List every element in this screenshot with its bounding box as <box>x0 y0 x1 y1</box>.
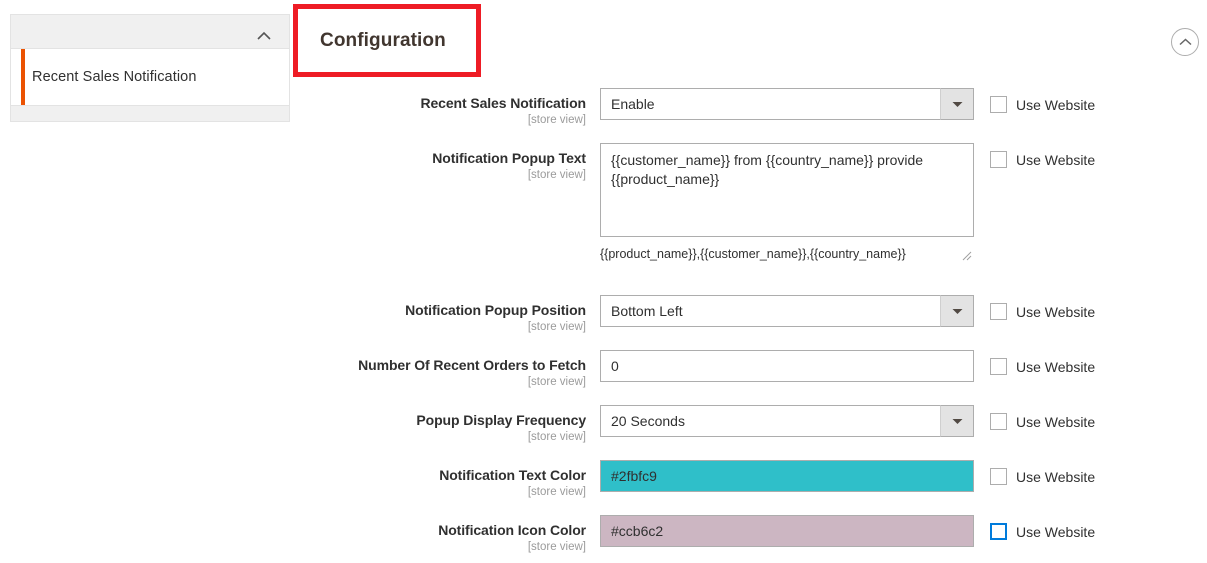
field-row-notification-popup-text: Notification Popup Text [store view] {{cus… <box>0 143 1207 262</box>
scope-label: [store view] <box>527 321 586 333</box>
field-control-col: Enable <box>600 88 974 120</box>
field-control-col: 20 Seconds <box>600 405 974 437</box>
use-website-col: Use Website <box>974 143 1095 168</box>
scope-label: [store view] <box>527 486 586 498</box>
field-row-recent-sales-notification: Recent Sales Notification [store view] Ena… <box>0 88 1207 128</box>
field-control-col: #2fbfc9 <box>600 460 974 492</box>
select-value[interactable]: Enable <box>600 88 974 120</box>
use-website-toggle-notification-popup-position[interactable]: Use Website <box>990 303 1095 320</box>
select-recent-sales-notification[interactable]: Enable <box>600 88 974 120</box>
field-label-col: Popup Display Frequency [store view] <box>0 405 600 445</box>
use-website-col: Use Website <box>974 405 1095 430</box>
chevron-up-circle-icon[interactable] <box>1171 28 1199 56</box>
use-website-label: Use Website <box>1016 358 1096 375</box>
field-row-popup-display-frequency: Popup Display Frequency [store view] 20 Se… <box>0 405 1207 445</box>
field-label: Notification Text Color <box>439 467 586 483</box>
use-website-label: Use Website <box>1016 523 1096 540</box>
use-website-checkbox[interactable] <box>990 468 1007 485</box>
field-label: Notification Popup Text <box>432 150 586 166</box>
use-website-toggle-notification-text-color[interactable]: Use Website <box>990 468 1095 485</box>
select-notification-popup-position[interactable]: Bottom Left <box>600 295 974 327</box>
field-label-col: Notification Popup Position [store view] <box>0 295 600 335</box>
field-row-number-of-recent-orders-to-fetch: Number Of Recent Orders to Fetch [store v… <box>0 350 1207 390</box>
page-title: Configuration <box>320 29 446 51</box>
select-value[interactable]: 20 Seconds <box>600 405 974 437</box>
field-control-col: #ccb6c2 <box>600 515 974 547</box>
field-row-notification-text-color: Notification Text Color [store view] #2fbf… <box>0 460 1207 500</box>
use-website-checkbox[interactable] <box>990 96 1007 113</box>
use-website-label: Use Website <box>1016 413 1096 430</box>
field-label-col: Notification Text Color [store view] <box>0 460 600 500</box>
field-hint: {{product_name}},{{customer_name}},{{cou… <box>600 247 906 261</box>
scope-label: [store view] <box>527 431 586 443</box>
scope-label: [store view] <box>527 169 586 181</box>
field-control-col: Bottom Left <box>600 295 974 327</box>
nav-section-header[interactable] <box>11 15 289 49</box>
use-website-col: Use Website <box>974 460 1095 485</box>
field-label-col: Notification Popup Text [store view] <box>0 143 600 183</box>
use-website-label: Use Website <box>1016 303 1096 320</box>
chevron-down-icon[interactable] <box>940 88 974 120</box>
use-website-toggle-notification-icon-color[interactable]: Use Website <box>990 523 1095 540</box>
use-website-col: Use Website <box>974 515 1095 540</box>
use-website-col: Use Website <box>974 295 1095 320</box>
field-label: Popup Display Frequency <box>416 412 586 428</box>
page-title-highlight: Configuration <box>293 4 481 77</box>
field-row-notification-icon-color: Notification Icon Color [store view] #ccb6… <box>0 515 1207 555</box>
field-label-col: Notification Icon Color [store view] <box>0 515 600 555</box>
field-label-col: Recent Sales Notification [store view] <box>0 88 600 128</box>
use-website-toggle-recent-sales-notification[interactable]: Use Website <box>990 96 1095 113</box>
field-control-col: 0 <box>600 350 974 382</box>
use-website-checkbox[interactable] <box>990 358 1007 375</box>
scope-label: [store view] <box>527 114 586 126</box>
color-input-notification-text-color[interactable]: #2fbfc9 <box>600 460 974 492</box>
textarea-wrap-notification-popup-text: {{customer_name}} from {{country_name}} … <box>600 143 974 262</box>
use-website-checkbox[interactable] <box>990 413 1007 430</box>
select-popup-display-frequency[interactable]: 20 Seconds <box>600 405 974 437</box>
scope-label: [store view] <box>527 541 586 553</box>
use-website-label: Use Website <box>1016 96 1096 113</box>
configuration-page: Recent Sales Notification Configuration … <box>0 0 1207 563</box>
sidebar-item-label: Recent Sales Notification <box>32 69 197 85</box>
field-label-col: Number Of Recent Orders to Fetch [store v… <box>0 350 600 390</box>
use-website-toggle-popup-display-frequency[interactable]: Use Website <box>990 413 1095 430</box>
use-website-checkbox[interactable] <box>990 303 1007 320</box>
use-website-label: Use Website <box>1016 151 1096 168</box>
field-row-notification-popup-position: Notification Popup Position [store view] B… <box>0 295 1207 335</box>
chevron-down-icon[interactable] <box>940 405 974 437</box>
select-value[interactable]: Bottom Left <box>600 295 974 327</box>
text-input-number-of-recent-orders-to-fetch[interactable]: 0 <box>600 350 974 382</box>
use-website-toggle-notification-popup-text[interactable]: Use Website <box>990 151 1095 168</box>
field-label: Number Of Recent Orders to Fetch <box>358 357 586 373</box>
field-label: Recent Sales Notification <box>420 95 586 111</box>
use-website-toggle-number-of-recent-orders-to-fetch[interactable]: Use Website <box>990 358 1095 375</box>
textarea-notification-popup-text[interactable]: {{customer_name}} from {{country_name}} … <box>600 143 974 237</box>
chevron-up-icon <box>257 27 271 40</box>
field-control-col: {{customer_name}} from {{country_name}} … <box>600 143 974 262</box>
color-input-notification-icon-color[interactable]: #ccb6c2 <box>600 515 974 547</box>
use-website-col: Use Website <box>974 88 1095 113</box>
scope-label: [store view] <box>527 376 586 388</box>
use-website-checkbox[interactable] <box>990 151 1007 168</box>
use-website-checkbox[interactable] <box>990 523 1007 540</box>
field-label: Notification Icon Color <box>438 522 586 538</box>
use-website-col: Use Website <box>974 350 1095 375</box>
use-website-label: Use Website <box>1016 468 1096 485</box>
chevron-down-icon[interactable] <box>940 295 974 327</box>
field-label: Notification Popup Position <box>405 302 586 318</box>
